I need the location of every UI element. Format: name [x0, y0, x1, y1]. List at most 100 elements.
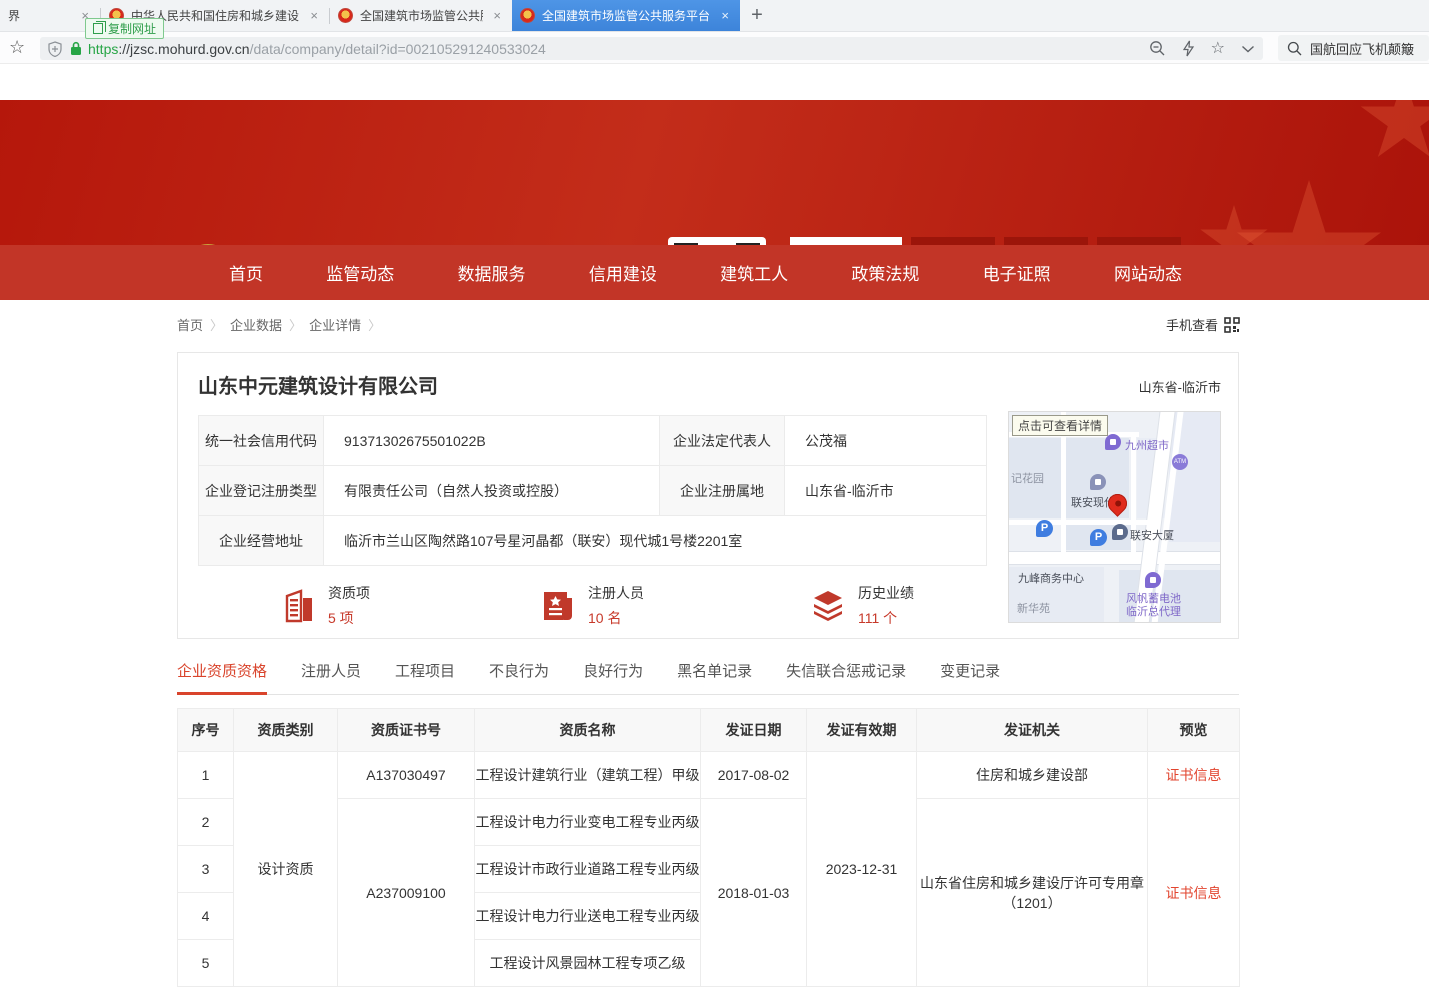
table-row: 2 A237009100 工程设计电力行业变电工程专业丙级 2018-01-03…: [178, 799, 1240, 846]
ssl-lock-icon: [70, 41, 82, 56]
bookmark-star-icon[interactable]: ☆: [9, 37, 25, 58]
cell-no: 4: [178, 893, 234, 940]
tab-change-records[interactable]: 变更记录: [940, 652, 1000, 695]
stat-value: 10 名: [588, 608, 644, 628]
nav-item-workers[interactable]: 建筑工人: [720, 260, 788, 285]
tab-registered-personnel[interactable]: 注册人员: [301, 652, 361, 695]
flash-icon[interactable]: [1182, 40, 1195, 57]
cell-issue-date: 2018-01-03: [701, 799, 807, 987]
map-label-supermarket: 九州超市: [1125, 437, 1169, 453]
copy-icon: [93, 23, 103, 34]
stat-registered-personnel[interactable]: 注册人员 10 名: [541, 583, 644, 628]
url-scheme: https: [88, 41, 118, 57]
breadcrumb-company-detail[interactable]: 企业详情: [309, 315, 361, 334]
tab-good-behavior[interactable]: 良好行为: [583, 652, 643, 695]
table-row: 企业登记注册类型 有限责任公司（自然人投资或控股） 企业注册属地 山东省-临沂市: [199, 466, 987, 516]
stat-value: 5 项: [328, 608, 370, 628]
cell-no: 2: [178, 799, 234, 846]
cell-name: 工程设计风景园林工程专项乙级: [475, 940, 701, 987]
chevron-down-icon[interactable]: [1241, 45, 1255, 53]
nav-item-supervision[interactable]: 监管动态: [326, 260, 394, 285]
site-favicon-icon: [520, 8, 535, 23]
browser-toolbar: ☆ https://jzsc.mohurd.gov.cn/data/compan…: [0, 32, 1429, 64]
zoom-out-icon[interactable]: [1149, 40, 1166, 57]
shield-permission-icon[interactable]: [48, 41, 62, 57]
cell-name: 工程设计电力行业送电工程专业丙级: [475, 893, 701, 940]
tab-projects[interactable]: 工程项目: [395, 652, 455, 695]
new-tab-button[interactable]: +: [740, 0, 774, 31]
cell-no: 5: [178, 940, 234, 987]
header-search: 建设工程企业 从业人员 建设项目 诚信记录 搜索: [790, 237, 1238, 245]
company-info-table: 统一社会信用代码 91371302675501022B 企业法定代表人 公茂福 …: [198, 415, 987, 566]
info-label: 企业法定代表人: [660, 416, 785, 466]
certificate-info-link[interactable]: 证书信息: [1166, 885, 1222, 901]
cell-issue-date: 2017-08-02: [701, 752, 807, 799]
quick-search-text: 国航回应飞机颠簸: [1310, 39, 1414, 58]
close-tab-icon[interactable]: ×: [718, 8, 732, 23]
mini-qr-icon[interactable]: [1224, 317, 1240, 333]
parking-icon[interactable]: P: [1090, 529, 1107, 546]
tab-qualifications[interactable]: 企业资质资格: [177, 652, 267, 695]
nav-item-site-news[interactable]: 网站动态: [1114, 260, 1182, 285]
nav-item-policy[interactable]: 政策法规: [851, 260, 919, 285]
search-tab-personnel[interactable]: 从业人员: [911, 237, 995, 245]
tab-bad-behavior[interactable]: 不良行为: [489, 652, 549, 695]
cell-cert-no: A137030497: [338, 752, 475, 799]
stat-label: 资质项: [328, 583, 370, 603]
search-tab-enterprise[interactable]: 建设工程企业: [790, 237, 902, 245]
address-bar[interactable]: https://jzsc.mohurd.gov.cn/data/company/…: [40, 37, 1263, 60]
breadcrumb-company-data[interactable]: 企业数据: [230, 315, 282, 334]
qualification-table: 序号 资质类别 资质证书号 资质名称 发证日期 发证有效期 发证机关 预览 1 …: [177, 708, 1240, 987]
favorite-star-icon[interactable]: ☆: [1211, 41, 1225, 57]
search-icon: [1287, 41, 1302, 56]
col-header-cert-no: 资质证书号: [338, 709, 475, 752]
nav-item-data-service[interactable]: 数据服务: [458, 260, 526, 285]
new-tab-icon: +: [751, 4, 763, 27]
copy-url-tooltip: 复制网址: [85, 18, 164, 39]
search-tab-credit[interactable]: 诚信记录: [1097, 237, 1181, 245]
nav-item-license[interactable]: 电子证照: [983, 260, 1051, 285]
nav-item-home[interactable]: 首页: [229, 260, 263, 285]
url-text: https://jzsc.mohurd.gov.cn/data/company/…: [88, 41, 546, 57]
stat-track-record[interactable]: 历史业绩 111 个: [811, 583, 914, 628]
company-stats: 资质项 5 项 注册人员 10 名 历史业绩 111 个: [198, 583, 987, 633]
url-path: /data/company/detail?id=0021052912405330…: [250, 41, 546, 57]
company-location-map[interactable]: 点击可查看详情 九州超市 ATM 记花园 联安现代城 联安大厦 P P 九峰商务…: [1008, 411, 1221, 623]
search-tab-project[interactable]: 建设项目: [1004, 237, 1088, 245]
cell-authority: 住房和城乡建设部: [917, 752, 1148, 799]
achievement-layers-icon: [811, 589, 845, 623]
mobile-view-label[interactable]: 手机查看: [1166, 315, 1218, 334]
tab-blacklist[interactable]: 黑名单记录: [677, 652, 752, 695]
browser-tab-active[interactable]: 全国建筑市场监管公共服务平台 ×: [512, 0, 740, 31]
star-decoration: [1359, 100, 1429, 165]
cell-no: 3: [178, 846, 234, 893]
detail-section-tabs: 企业资质资格 注册人员 工程项目 不良行为 良好行为 黑名单记录 失信联合惩戒记…: [177, 652, 1239, 695]
tab-dishonesty[interactable]: 失信联合惩戒记录: [786, 652, 906, 695]
company-panel: 山东中元建筑设计有限公司 山东省-临沂市 统一社会信用代码 9137130267…: [177, 352, 1239, 639]
site-favicon-icon: [338, 8, 353, 23]
poi-pin-icon: [1145, 572, 1161, 588]
browser-tab-3[interactable]: 全国建筑市场监管公共服务平台 ×: [330, 0, 512, 31]
company-region: 山东省-临沂市: [1139, 377, 1221, 396]
certificate-info-link[interactable]: 证书信息: [1166, 767, 1222, 783]
site-header: 中华人民共和国住房和城乡建设部 www.mohurd.gov.cn 全国建筑市场…: [0, 100, 1429, 245]
col-header-authority: 发证机关: [917, 709, 1148, 752]
breadcrumb-home[interactable]: 首页: [177, 315, 203, 334]
stat-qualifications[interactable]: 资质项 5 项: [283, 583, 370, 628]
close-tab-icon[interactable]: ×: [307, 8, 321, 23]
info-value-reg-type: 有限责任公司（自然人投资或控股）: [324, 466, 660, 516]
cell-preview: 证书信息: [1148, 799, 1240, 987]
close-tab-icon[interactable]: ×: [490, 8, 504, 23]
nav-item-credit[interactable]: 信用建设: [589, 260, 657, 285]
map-overlay-tooltip: 点击可查看详情: [1012, 415, 1108, 436]
col-header-preview: 预览: [1148, 709, 1240, 752]
cell-name: 工程设计市政行业道路工程专业丙级: [475, 846, 701, 893]
quick-search-box[interactable]: 国航回应飞机颠簸: [1278, 35, 1429, 61]
breadcrumb-separator: 〉: [368, 315, 381, 334]
tab-label: 界: [8, 7, 20, 24]
parking-icon[interactable]: P: [1036, 520, 1053, 537]
atm-icon: ATM: [1172, 454, 1188, 470]
cell-cert-no: A237009100: [338, 799, 475, 987]
info-label: 企业注册属地: [660, 466, 785, 516]
info-value-reg-region: 山东省-临沂市: [785, 466, 987, 516]
